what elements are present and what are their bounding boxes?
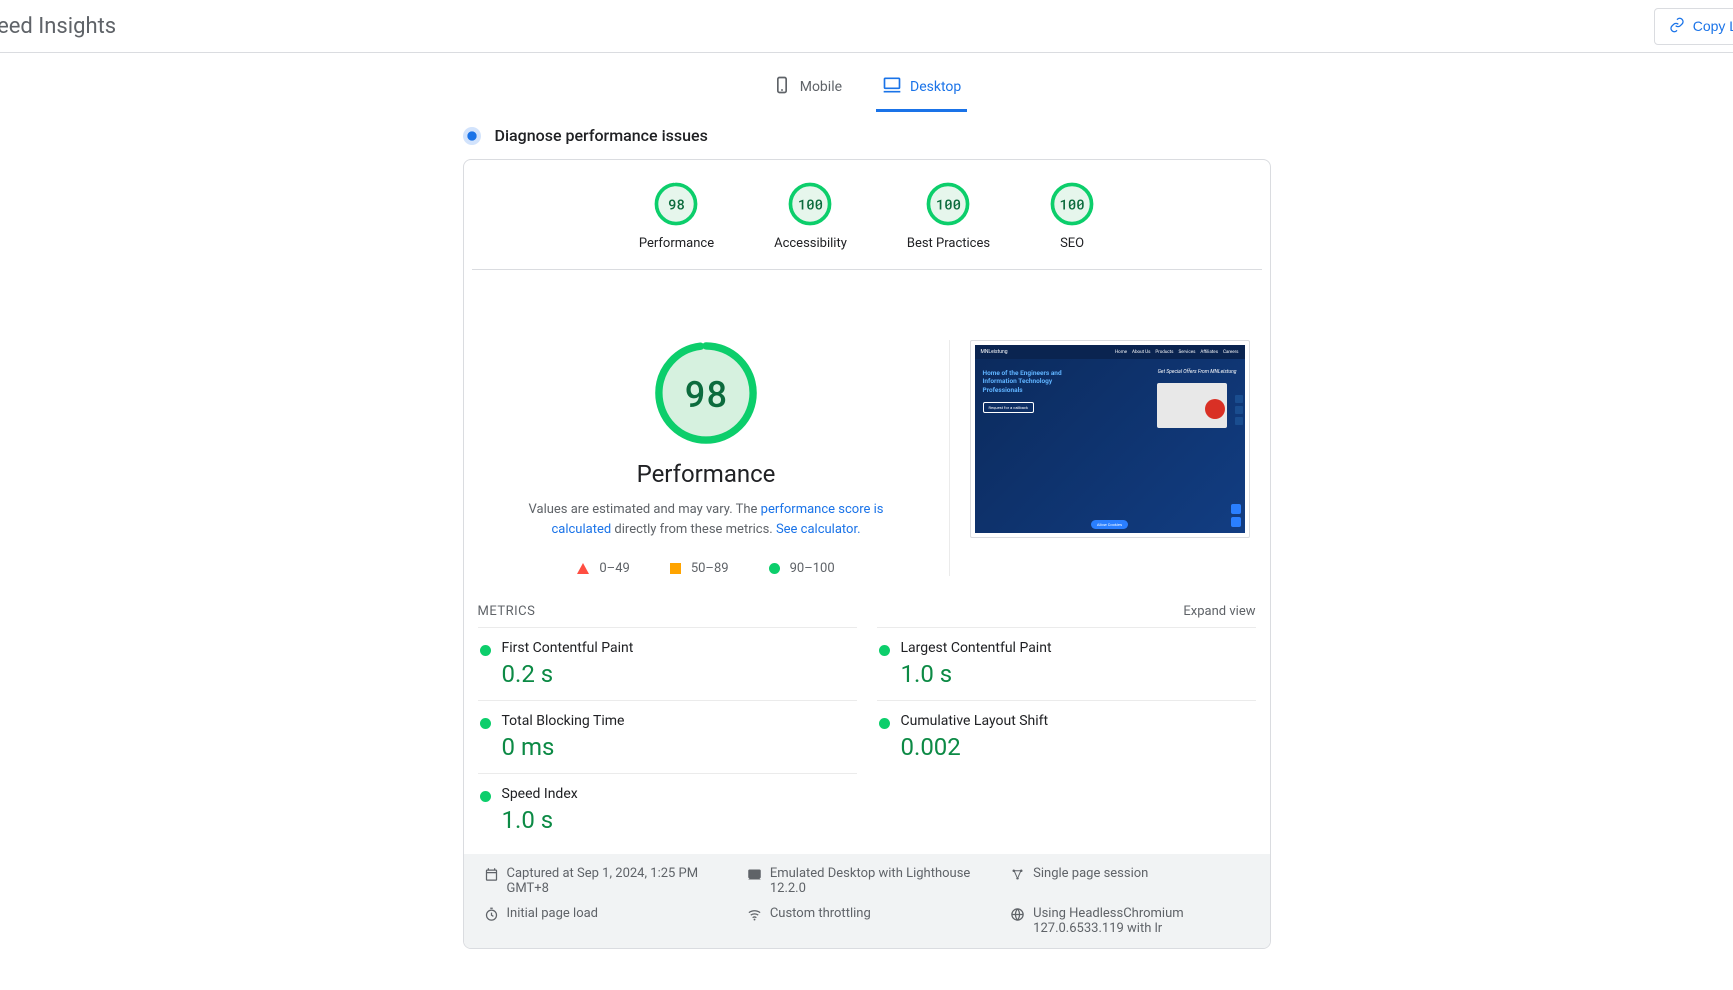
diagnose-bullet-icon [463, 127, 481, 145]
score-label: Performance [639, 236, 714, 251]
category-scores: 98 Performance 100 Accessibility 100 Bes… [472, 160, 1262, 270]
expand-view-link[interactable]: Expand view [1183, 604, 1255, 619]
status-dot-icon [879, 718, 890, 729]
square-icon [670, 563, 681, 574]
score-performance[interactable]: 98 Performance [639, 182, 714, 251]
gauge-value: 98 [668, 195, 685, 214]
metric-lcp[interactable]: Largest Contentful Paint 1.0 s [877, 627, 1256, 700]
metrics-header: METRICS Expand view [464, 596, 1270, 627]
device-tabs: Mobile Desktop [0, 53, 1733, 112]
score-label: SEO [1060, 236, 1084, 251]
score-legend: 0–49 50–89 90–100 [577, 561, 834, 576]
app-title: eSpeed Insights [0, 14, 116, 39]
gauge-performance-large: 98 [653, 340, 759, 446]
copy-link-button[interactable]: Copy Lin [1654, 8, 1733, 45]
legend-high: 90–100 [769, 561, 835, 576]
tab-desktop-label: Desktop [910, 79, 961, 95]
circle-icon [769, 563, 780, 574]
environment-footer: Captured at Sep 1, 2024, 1:25 PM GMT+8 E… [464, 854, 1270, 948]
performance-title: Performance [637, 460, 776, 488]
score-accessibility[interactable]: 100 Accessibility [774, 182, 847, 251]
env-browser: Using HeadlessChromium 127.0.6533.119 wi… [1010, 906, 1249, 936]
globe-icon [1010, 906, 1025, 926]
wifi-icon [747, 906, 762, 926]
tab-mobile[interactable]: Mobile [766, 65, 848, 112]
env-captured: Captured at Sep 1, 2024, 1:25 PM GMT+8 [484, 866, 723, 896]
score-label: Best Practices [907, 236, 990, 251]
calendar-icon [484, 866, 499, 886]
gauge-performance: 98 [654, 182, 698, 226]
legend-low: 0–49 [577, 561, 629, 576]
performance-section: 98 Performance Values are estimated and … [464, 270, 1270, 596]
gauge-value: 98 [684, 369, 727, 417]
env-emulated: Emulated Desktop with Lighthouse 12.2.0 [747, 866, 986, 896]
status-dot-icon [480, 791, 491, 802]
link-icon [1669, 17, 1685, 36]
tab-mobile-label: Mobile [800, 79, 842, 95]
app-header: eSpeed Insights Copy Lin [0, 0, 1733, 53]
metrics-title: METRICS [478, 604, 536, 619]
timer-icon [484, 906, 499, 926]
page-screenshot: MNLeistung Home About Us Products Servic… [970, 340, 1250, 538]
gauge-accessibility: 100 [788, 182, 832, 226]
score-best-practices[interactable]: 100 Best Practices [907, 182, 990, 251]
legend-mid: 50–89 [670, 561, 729, 576]
status-dot-icon [480, 718, 491, 729]
env-session: Single page session [1010, 866, 1249, 896]
performance-description: Values are estimated and may vary. The p… [526, 500, 886, 539]
env-pageload: Initial page load [484, 906, 723, 936]
env-throttle: Custom throttling [747, 906, 986, 936]
status-dot-icon [480, 645, 491, 656]
network-icon [1010, 866, 1025, 886]
report-card: 98 Performance 100 Accessibility 100 Bes… [463, 159, 1271, 949]
gauge-value: 100 [798, 195, 823, 214]
gauge-best-practices: 100 [926, 182, 970, 226]
metric-si[interactable]: Speed Index 1.0 s [478, 773, 857, 846]
triangle-icon [577, 563, 589, 574]
diagnose-title: Diagnose performance issues [495, 126, 708, 145]
laptop-icon [747, 866, 762, 886]
mobile-icon [772, 75, 792, 99]
score-seo[interactable]: 100 SEO [1050, 182, 1094, 251]
metric-tbt[interactable]: Total Blocking Time 0 ms [478, 700, 857, 773]
see-calculator-link[interactable]: See calculator. [776, 522, 861, 537]
score-label: Accessibility [774, 236, 847, 251]
tab-desktop[interactable]: Desktop [876, 65, 967, 112]
status-dot-icon [879, 645, 890, 656]
metrics-grid: First Contentful Paint 0.2 s Largest Con… [464, 627, 1270, 846]
gauge-seo: 100 [1050, 182, 1094, 226]
copy-link-label: Copy Lin [1693, 18, 1733, 34]
diagnose-heading: Diagnose performance issues [463, 112, 1271, 159]
metric-fcp[interactable]: First Contentful Paint 0.2 s [478, 627, 857, 700]
gauge-value: 100 [936, 195, 961, 214]
metric-cls[interactable]: Cumulative Layout Shift 0.002 [877, 700, 1256, 773]
gauge-value: 100 [1059, 195, 1084, 214]
desktop-icon [882, 75, 902, 99]
